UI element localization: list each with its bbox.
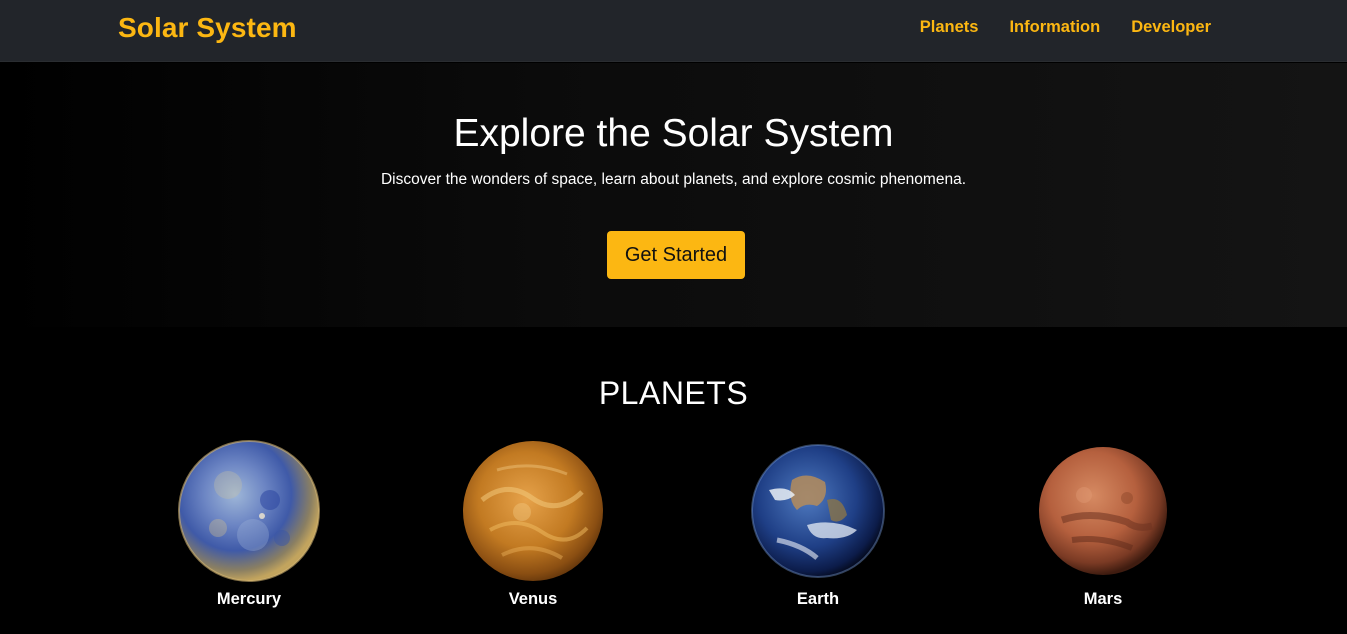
venus-image	[463, 441, 603, 581]
planet-label-mercury: Mercury	[216, 590, 282, 608]
planet-card-earth[interactable]: Earth	[738, 440, 898, 609]
planet-card-mars[interactable]: Mars	[1023, 440, 1183, 609]
hero-section: Explore the Solar System Discover the wo…	[0, 63, 1347, 327]
planets-section: PLANETS Mercury Venus Earth Mars	[0, 327, 1347, 634]
nav-link-developer[interactable]: Developer	[1131, 18, 1211, 37]
hero-title: Explore the Solar System	[453, 112, 894, 155]
planet-card-venus[interactable]: Venus	[453, 440, 613, 609]
planet-card-mercury[interactable]: Mercury	[169, 440, 329, 609]
get-started-button[interactable]: Get Started	[607, 231, 745, 279]
planet-label-venus: Venus	[508, 590, 558, 608]
earth-image	[751, 444, 885, 578]
mercury-image	[178, 440, 320, 582]
nav-link-planets[interactable]: Planets	[920, 18, 979, 37]
nav-link-information[interactable]: Information	[1009, 18, 1100, 37]
hero-subtitle: Discover the wonders of space, learn abo…	[380, 171, 967, 188]
navbar: Solar System Planets Information Develop…	[0, 0, 1347, 62]
mars-image	[1039, 447, 1167, 575]
planet-label-earth: Earth	[796, 590, 840, 608]
planet-label-mars: Mars	[1083, 590, 1123, 608]
nav-links: Planets Information Developer	[920, 18, 1211, 37]
planets-heading: PLANETS	[598, 375, 749, 411]
brand-logo[interactable]: Solar System	[118, 12, 297, 44]
